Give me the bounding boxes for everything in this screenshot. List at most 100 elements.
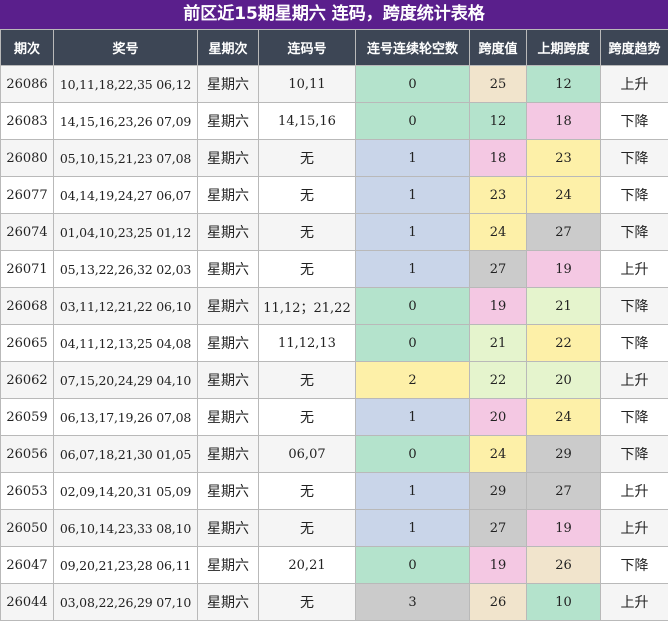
- cell-prev-span: 24: [527, 177, 601, 214]
- header-consecutive: 连码号: [259, 30, 356, 66]
- stats-table: 期次 奖号 星期次 连码号 连号连续轮空数 跨度值 上期跨度 跨度趋势 2608…: [0, 29, 668, 621]
- header-issue: 期次: [1, 30, 54, 66]
- cell-weekday: 星期六: [198, 66, 259, 103]
- cell-gap-count: 0: [356, 288, 470, 325]
- cell-gap-count: 0: [356, 547, 470, 584]
- cell-consecutive: 20,21: [259, 547, 356, 584]
- table-row: 2606207,15,20,24,29 04,10星期六无22220上升: [1, 362, 668, 399]
- cell-span: 24: [470, 436, 527, 473]
- cell-trend: 下降: [601, 547, 668, 584]
- cell-prev-span: 27: [527, 473, 601, 510]
- cell-prev-span: 19: [527, 251, 601, 288]
- header-trend: 跨度趋势: [601, 30, 668, 66]
- cell-weekday: 星期六: [198, 177, 259, 214]
- cell-numbers: 06,07,18,21,30 01,05: [54, 436, 198, 473]
- cell-issue: 26077: [1, 177, 54, 214]
- table-row: 2605606,07,18,21,30 01,05星期六06,0702429下降: [1, 436, 668, 473]
- cell-prev-span: 24: [527, 399, 601, 436]
- table-row: 2604709,20,21,23,28 06,11星期六20,2101926下降: [1, 547, 668, 584]
- table-title: 前区近15期星期六 连码，跨度统计表格: [0, 0, 668, 29]
- cell-span: 26: [470, 584, 527, 621]
- cell-span: 19: [470, 547, 527, 584]
- cell-gap-count: 1: [356, 140, 470, 177]
- cell-gap-count: 1: [356, 251, 470, 288]
- cell-consecutive: 06,07: [259, 436, 356, 473]
- cell-numbers: 05,10,15,21,23 07,08: [54, 140, 198, 177]
- cell-numbers: 03,08,22,26,29 07,10: [54, 584, 198, 621]
- header-gap-count: 连号连续轮空数: [356, 30, 470, 66]
- cell-prev-span: 22: [527, 325, 601, 362]
- cell-trend: 下降: [601, 325, 668, 362]
- cell-weekday: 星期六: [198, 510, 259, 547]
- cell-issue: 26071: [1, 251, 54, 288]
- cell-span: 27: [470, 510, 527, 547]
- cell-consecutive: 11,12；21,22: [259, 288, 356, 325]
- cell-consecutive: 11,12,13: [259, 325, 356, 362]
- cell-gap-count: 1: [356, 214, 470, 251]
- cell-issue: 26059: [1, 399, 54, 436]
- header-numbers: 奖号: [54, 30, 198, 66]
- cell-issue: 26068: [1, 288, 54, 325]
- cell-numbers: 04,11,12,13,25 04,08: [54, 325, 198, 362]
- cell-weekday: 星期六: [198, 251, 259, 288]
- cell-issue: 26044: [1, 584, 54, 621]
- cell-span: 20: [470, 399, 527, 436]
- cell-trend: 下降: [601, 103, 668, 140]
- cell-trend: 下降: [601, 399, 668, 436]
- table-row: 2607105,13,22,26,32 02,03星期六无12719上升: [1, 251, 668, 288]
- cell-trend: 上升: [601, 251, 668, 288]
- cell-weekday: 星期六: [198, 473, 259, 510]
- cell-numbers: 06,10,14,23,33 08,10: [54, 510, 198, 547]
- cell-consecutive: 无: [259, 399, 356, 436]
- table-row: 2606803,11,12,21,22 06,10星期六11,12；21,220…: [1, 288, 668, 325]
- cell-prev-span: 23: [527, 140, 601, 177]
- table-row: 2606504,11,12,13,25 04,08星期六11,12,130212…: [1, 325, 668, 362]
- cell-numbers: 01,04,10,23,25 01,12: [54, 214, 198, 251]
- table-row: 2604403,08,22,26,29 07,10星期六无32610上升: [1, 584, 668, 621]
- cell-weekday: 星期六: [198, 103, 259, 140]
- cell-span: 25: [470, 66, 527, 103]
- cell-weekday: 星期六: [198, 399, 259, 436]
- cell-prev-span: 20: [527, 362, 601, 399]
- cell-consecutive: 无: [259, 214, 356, 251]
- table-row: 2605006,10,14,23,33 08,10星期六无12719上升: [1, 510, 668, 547]
- table-row: 2608314,15,16,23,26 07,09星期六14,15,160121…: [1, 103, 668, 140]
- cell-issue: 26074: [1, 214, 54, 251]
- cell-issue: 26083: [1, 103, 54, 140]
- cell-prev-span: 21: [527, 288, 601, 325]
- cell-trend: 下降: [601, 436, 668, 473]
- header-span: 跨度值: [470, 30, 527, 66]
- cell-gap-count: 1: [356, 177, 470, 214]
- cell-consecutive: 无: [259, 177, 356, 214]
- cell-span: 22: [470, 362, 527, 399]
- table-row: 2608005,10,15,21,23 07,08星期六无11823下降: [1, 140, 668, 177]
- cell-consecutive: 无: [259, 140, 356, 177]
- cell-gap-count: 0: [356, 66, 470, 103]
- cell-issue: 26065: [1, 325, 54, 362]
- cell-issue: 26047: [1, 547, 54, 584]
- header-weekday: 星期次: [198, 30, 259, 66]
- cell-trend: 上升: [601, 473, 668, 510]
- cell-prev-span: 10: [527, 584, 601, 621]
- cell-trend: 下降: [601, 288, 668, 325]
- cell-gap-count: 1: [356, 473, 470, 510]
- table-row: 2605906,13,17,19,26 07,08星期六无12024下降: [1, 399, 668, 436]
- table-row: 2607401,04,10,23,25 01,12星期六无12427下降: [1, 214, 668, 251]
- cell-prev-span: 12: [527, 66, 601, 103]
- cell-gap-count: 0: [356, 325, 470, 362]
- cell-trend: 上升: [601, 584, 668, 621]
- cell-numbers: 10,11,18,22,35 06,12: [54, 66, 198, 103]
- cell-weekday: 星期六: [198, 362, 259, 399]
- cell-trend: 下降: [601, 214, 668, 251]
- table-row: 2607704,14,19,24,27 06,07星期六无12324下降: [1, 177, 668, 214]
- cell-span: 24: [470, 214, 527, 251]
- cell-weekday: 星期六: [198, 547, 259, 584]
- cell-weekday: 星期六: [198, 140, 259, 177]
- cell-consecutive: 14,15,16: [259, 103, 356, 140]
- cell-consecutive: 10,11: [259, 66, 356, 103]
- cell-consecutive: 无: [259, 473, 356, 510]
- table-row: 2608610,11,18,22,35 06,12星期六10,1102512上升: [1, 66, 668, 103]
- cell-numbers: 04,14,19,24,27 06,07: [54, 177, 198, 214]
- cell-prev-span: 29: [527, 436, 601, 473]
- cell-numbers: 06,13,17,19,26 07,08: [54, 399, 198, 436]
